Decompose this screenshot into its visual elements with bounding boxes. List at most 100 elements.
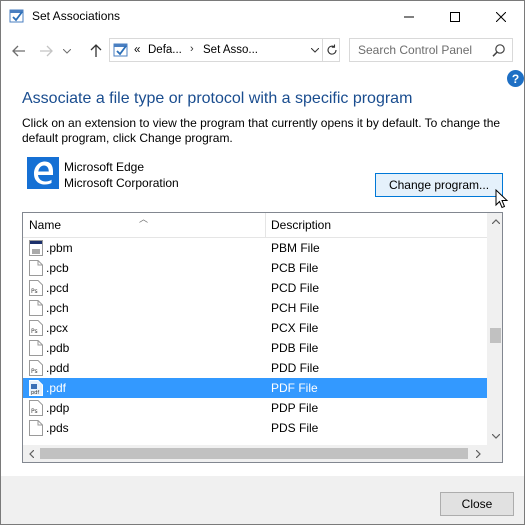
search-input[interactable] (350, 39, 490, 61)
mouse-cursor-icon (495, 188, 509, 209)
table-row[interactable]: Ps .pcx PCX File (23, 318, 487, 338)
row-name: .pdd (46, 361, 70, 375)
row-description: PDS File (271, 421, 319, 435)
row-description: PBM File (271, 241, 320, 255)
microsoft-edge-icon (27, 157, 59, 189)
row-description: PDF File (271, 381, 318, 395)
column-header-description[interactable]: Description (266, 213, 487, 238)
change-program-button[interactable]: Change program... (375, 173, 503, 197)
breadcrumb-item[interactable]: Defa... (148, 44, 182, 56)
program-name: Microsoft Edge (64, 160, 145, 174)
sort-ascending-icon: ︿ (139, 214, 149, 224)
chevron-up-icon (491, 219, 500, 224)
row-description: PCX File (271, 321, 319, 335)
row-name: .pcx (46, 321, 69, 335)
svg-text:Ps: Ps (31, 288, 38, 295)
scroll-right-button[interactable] (470, 445, 487, 462)
close-button[interactable]: Close (440, 492, 514, 516)
page-heading: Associate a file type or protocol with a… (22, 90, 413, 107)
maximize-button[interactable] (432, 1, 478, 32)
chevron-down-icon (63, 48, 71, 54)
breadcrumb-item[interactable]: Set Asso... (203, 44, 258, 56)
back-button[interactable] (8, 40, 30, 62)
title-bar: Set Associations (1, 1, 524, 32)
row-description: PCD File (271, 281, 320, 295)
table-row[interactable]: .pch PCH File (23, 298, 487, 318)
photoshop-file-icon: Ps (29, 280, 43, 296)
help-button[interactable]: ? (507, 70, 524, 87)
svg-text:pdf: pdf (31, 390, 39, 396)
scrollbar-corner (487, 445, 502, 462)
arrow-up-icon (90, 44, 102, 57)
list-rows: .pbm PBM File .pcb PCB File Ps .pcd PCD … (23, 239, 487, 445)
vertical-scroll-thumb[interactable] (490, 328, 501, 343)
table-row[interactable]: .pbm PBM File (23, 238, 487, 258)
scroll-left-button[interactable] (23, 445, 40, 462)
refresh-button[interactable] (322, 39, 340, 61)
scroll-up-button[interactable] (487, 213, 502, 230)
table-row-selected[interactable]: pdf .pdf PDF File (23, 378, 487, 398)
svg-text:Ps: Ps (31, 408, 38, 415)
address-bar[interactable]: « Defa... › Set Asso... (109, 38, 340, 62)
row-name: .pcb (46, 261, 69, 275)
search-box[interactable] (349, 38, 513, 62)
row-description: PCH File (271, 301, 320, 315)
close-window-button[interactable] (478, 1, 524, 32)
table-row[interactable]: Ps .pcd PCD File (23, 278, 487, 298)
table-row[interactable]: .pdb PDB File (23, 338, 487, 358)
main-content: Associate a file type or protocol with a… (1, 70, 524, 476)
program-vendor: Microsoft Corporation (64, 176, 179, 190)
up-button[interactable] (85, 40, 107, 62)
scroll-down-button[interactable] (487, 428, 502, 445)
chevron-down-icon (491, 434, 500, 439)
window-title: Set Associations (32, 9, 121, 23)
refresh-icon (326, 44, 337, 55)
row-description: PDB File (271, 341, 319, 355)
horizontal-scrollbar[interactable] (23, 445, 487, 462)
table-row[interactable]: .pcb PCB File (23, 258, 487, 278)
blank-file-icon (29, 260, 43, 276)
blank-file-icon (29, 340, 43, 356)
list-header: Name ︿ Description (23, 213, 487, 238)
photoshop-file-icon: Ps (29, 360, 43, 376)
row-name: .pbm (46, 241, 73, 255)
horizontal-scroll-thumb[interactable] (40, 448, 468, 459)
blank-file-icon (29, 420, 43, 436)
minimize-button[interactable] (386, 1, 432, 32)
chevron-right-icon (476, 449, 481, 458)
control-panel-icon (113, 42, 129, 58)
breadcrumb-separator-icon[interactable]: › (190, 43, 194, 55)
image-file-icon (29, 240, 43, 256)
recent-locations-button[interactable] (60, 40, 74, 62)
address-dropdown-button[interactable] (308, 39, 322, 61)
set-associations-window: Set Associations « Defa... › Set Asso...… (0, 0, 525, 525)
page-description: Click on an extension to view the progra… (22, 116, 501, 145)
arrow-right-icon (40, 45, 53, 57)
breadcrumb-overflow[interactable]: « (134, 44, 140, 56)
table-row[interactable]: Ps .pdd PDD File (23, 358, 487, 378)
row-name: .pds (46, 421, 69, 435)
svg-text:Ps: Ps (31, 368, 38, 375)
vertical-scrollbar[interactable] (487, 213, 502, 445)
row-name: .pdp (46, 401, 70, 415)
file-type-list[interactable]: Name ︿ Description .pbm PBM File .pcb PC… (22, 212, 503, 463)
photoshop-file-icon: Ps (29, 400, 43, 416)
pdf-file-icon: pdf (29, 380, 43, 396)
photoshop-file-icon: Ps (29, 320, 43, 336)
row-name: .pdf (46, 381, 67, 395)
blank-file-icon (29, 300, 43, 316)
search-icon[interactable] (492, 43, 506, 57)
table-row[interactable]: Ps .pdp PDP File (23, 398, 487, 418)
navigation-bar: « Defa... › Set Asso... (1, 32, 524, 70)
row-description: PDD File (271, 361, 320, 375)
svg-text:Ps: Ps (31, 328, 38, 335)
row-description: PCB File (271, 261, 319, 275)
control-panel-checkmark-icon (9, 8, 25, 24)
row-description: PDP File (271, 401, 319, 415)
forward-button[interactable] (35, 40, 57, 62)
table-row[interactable]: .pds PDS File (23, 418, 487, 438)
row-name: .pcd (46, 281, 69, 295)
chevron-down-icon (311, 47, 319, 53)
row-name: .pch (46, 301, 69, 315)
arrow-left-icon (12, 45, 25, 57)
